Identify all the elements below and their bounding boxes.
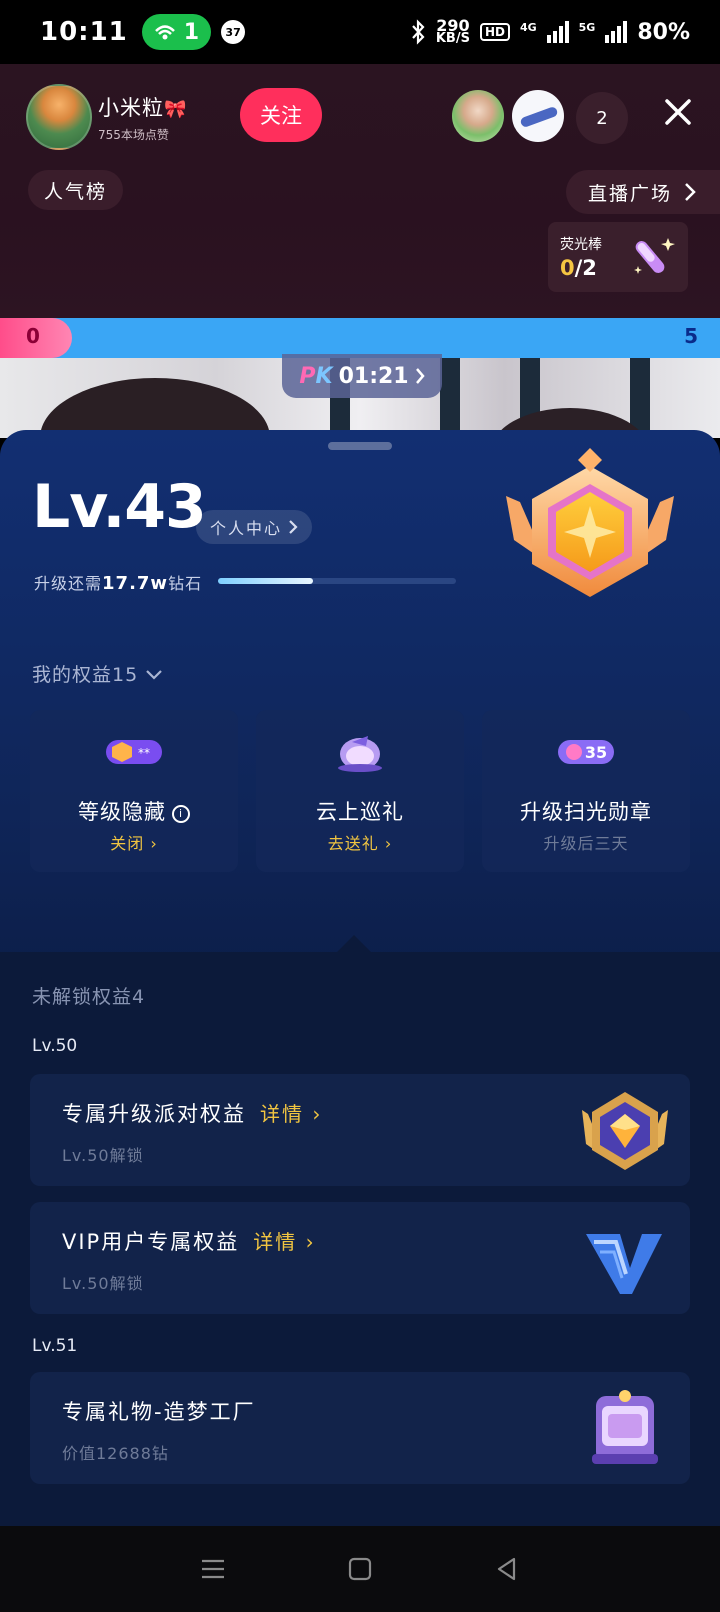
group-level-label: Lv.51 (32, 1336, 78, 1356)
svg-text:**: ** (138, 746, 150, 760)
system-nav-bar (0, 1526, 720, 1612)
details-link[interactable]: 详情 › (253, 1230, 315, 1254)
right-card-cloud-tour[interactable]: 云上巡礼 去送礼 › (256, 710, 464, 872)
host-name: 小米粒 (98, 95, 164, 120)
follow-button[interactable]: 关注 (240, 88, 322, 142)
locked-right-item[interactable]: 专属升级派对权益 详情 › Lv.50解锁 (30, 1074, 690, 1186)
status-time: 10:11 (40, 17, 128, 47)
status-bar: 10:11 1 37 290 KB/S HD 4G 5G 80% (0, 0, 720, 64)
bow-icon: 🎀 (164, 98, 188, 120)
viewer-avatar[interactable] (512, 90, 564, 142)
host-avatar[interactable] (26, 84, 92, 150)
dream-factory-gift-icon (592, 1390, 658, 1464)
item-sub: 价值12688钻 (62, 1444, 169, 1463)
item-sub: Lv.50解锁 (62, 1146, 144, 1165)
net-speed: 290 KB/S (435, 16, 470, 46)
level-hide-icon: ** (106, 740, 162, 764)
glow-stick-title: 荧光棒 (560, 237, 602, 253)
group-level-label: Lv.50 (32, 1036, 78, 1056)
hotspot-count: 1 (183, 19, 200, 45)
level-progress-fill (218, 578, 314, 584)
level-progress-bar (218, 578, 456, 584)
item-title: 专属升级派对权益 (62, 1102, 246, 1126)
my-rights-title[interactable]: 我的权益15 (32, 660, 163, 687)
right-card-status: 升级后三天 (543, 834, 629, 853)
glow-stick-card[interactable]: 荧光棒 0/2 (548, 222, 688, 292)
glow-stick-total: /2 (574, 256, 597, 280)
live-square-button[interactable]: 直播广场 (565, 170, 720, 214)
host-info[interactable]: 小米粒🎀 755本场点赞 (26, 84, 187, 150)
bluetooth-icon (412, 19, 425, 45)
hotspot-indicator: 1 (141, 14, 212, 50)
right-card-level-hide[interactable]: ** 等级隐藏 i 关闭 › (30, 710, 238, 872)
pk-right-score: 5 (684, 324, 698, 348)
notification-badge: 37 (221, 20, 246, 44)
right-card-title: 升级扫光勋章 (520, 800, 652, 824)
chevron-right-icon (415, 368, 425, 384)
viewer-count[interactable]: 2 (576, 92, 628, 144)
locked-right-item[interactable]: 专属礼物-造梦工厂 价值12688钻 (30, 1372, 690, 1484)
locked-rights-section: 未解锁权益4 Lv.50 专属升级派对权益 详情 › Lv.50解锁 VIP用户专… (0, 952, 720, 1526)
menu-icon[interactable] (193, 1549, 233, 1589)
home-icon[interactable] (340, 1549, 380, 1589)
pk-logo: PK (299, 363, 333, 389)
back-icon[interactable] (487, 1549, 527, 1589)
network-5g-label: 5G (578, 21, 596, 34)
item-title: VIP用户专属权益 (62, 1230, 240, 1254)
level-value: Lv.43 (32, 472, 207, 542)
live-square-label: 直播广场 (587, 182, 672, 205)
host-likes: 755本场点赞 (98, 127, 169, 142)
glow-stick-icon (634, 238, 675, 274)
cloud-tour-icon (338, 736, 382, 772)
hd-icon: HD (479, 23, 510, 41)
network-4g-label: 4G (519, 21, 537, 34)
chevron-right-icon (685, 183, 696, 201)
svg-text:35: 35 (585, 743, 607, 762)
item-sub: Lv.50解锁 (62, 1274, 144, 1293)
item-title: 专属礼物-造梦工厂 (62, 1400, 256, 1424)
hotspot-icon (154, 25, 175, 40)
signal-icon-1 (546, 21, 569, 43)
chevron-right-icon (289, 520, 298, 534)
level-sheet: Lv.43 个人中心 升级还需17.7w钻石 我的权益15 ** 等级隐藏 i 关… (0, 430, 720, 1526)
vip-v-icon (586, 1234, 662, 1294)
signal-icon-2 (605, 21, 628, 43)
right-card-action[interactable]: 去送礼 › (256, 830, 464, 854)
locked-right-item[interactable]: VIP用户专属权益 详情 › Lv.50解锁 (30, 1202, 690, 1314)
right-card-title: 云上巡礼 (316, 800, 404, 824)
chevron-down-icon (146, 670, 163, 680)
pk-timer[interactable]: PK 01:21 (282, 354, 442, 398)
popularity-rank-button[interactable]: 人气榜 (28, 170, 124, 210)
level-badge-icon (506, 448, 674, 597)
info-icon[interactable]: i (172, 805, 190, 823)
glow-stick-current: 0 (560, 256, 575, 280)
locked-rights-title: 未解锁权益4 (32, 986, 146, 1008)
right-card-action[interactable]: 关闭 › (30, 830, 238, 854)
pk-left-score: 0 (26, 324, 40, 348)
close-icon[interactable] (656, 90, 700, 134)
personal-center-label: 个人中心 (210, 519, 283, 538)
personal-center-button[interactable]: 个人中心 (196, 510, 313, 544)
party-badge-icon (582, 1092, 668, 1170)
pk-score-bar: 0 5 (0, 318, 720, 358)
upgrade-medal-icon: 35 (558, 740, 614, 764)
drag-handle[interactable] (328, 442, 392, 450)
upgrade-hint: 升级还需17.7w钻石 (34, 573, 203, 594)
viewer-avatar[interactable] (452, 90, 504, 142)
pk-time: 01:21 (338, 363, 409, 389)
right-card-title: 等级隐藏 (78, 800, 166, 824)
live-header: 小米粒🎀 755本场点赞 关注 2 人气榜 直播广场 荧光棒 0/2 (0, 64, 720, 318)
details-link[interactable]: 详情 › (260, 1102, 322, 1126)
right-card-upgrade-medal[interactable]: 35 升级扫光勋章 升级后三天 (482, 710, 690, 872)
battery-level: 80% (637, 19, 690, 45)
